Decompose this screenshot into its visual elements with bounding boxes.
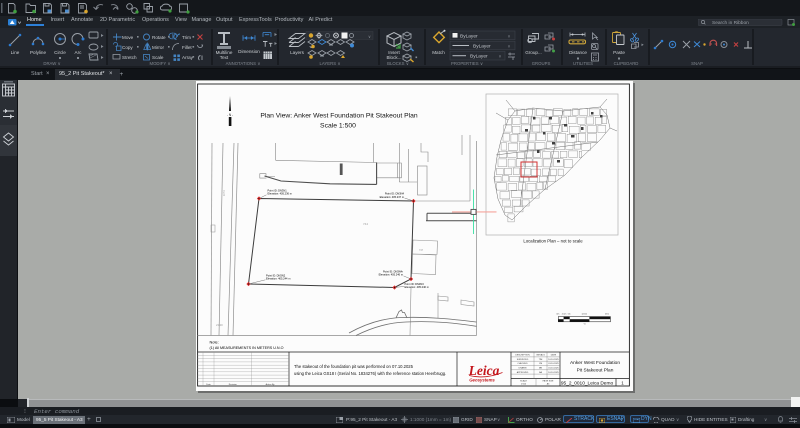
svg-text:Elevation: 405.244 m: Elevation: 405.244 m: [266, 277, 290, 281]
svg-text:Distance: Distance: [569, 50, 587, 55]
svg-text:Rotate: Rotate: [152, 35, 166, 40]
svg-text:95_2_0010_Leica Demo: 95_2_0010_Leica Demo: [561, 380, 614, 386]
svg-text:Elevation: 405.236 m: Elevation: 405.236 m: [268, 192, 292, 196]
svg-text:CLIPBOARD: CLIPBOARD: [614, 61, 639, 66]
svg-text:CHECKED: CHECKED: [517, 363, 528, 365]
svg-text:Line: Line: [11, 50, 20, 55]
svg-text:Leica: Leica: [468, 363, 500, 378]
svg-text:16.10.2025: 16.10.2025: [548, 372, 559, 374]
svg-text:2140: 2140: [216, 323, 223, 327]
svg-text:SNAP: SNAP: [691, 61, 703, 66]
svg-text:1074: 1074: [223, 190, 226, 196]
svg-text:Block...: Block...: [386, 55, 401, 60]
svg-text:∨: ∨: [368, 34, 371, 39]
svg-text:0m: 0m: [557, 314, 560, 316]
svg-text:Match: Match: [432, 50, 445, 55]
svg-text:Pit Stakeout Plan: Pit Stakeout Plan: [577, 367, 614, 373]
svg-text:GROUPS: GROUPS: [532, 61, 551, 66]
svg-text:(1) All MEASUREMENTS IN METERS: (1) All MEASUREMENTS IN METERS U.N.O: [210, 346, 284, 350]
svg-text:1:500: 1:500: [521, 384, 527, 386]
svg-text:APPROVED: APPROVED: [517, 371, 529, 374]
svg-text:The stakeout of the foundation: The stakeout of the foundation pit was p…: [294, 364, 414, 369]
svg-text:1: 1: [621, 380, 624, 385]
svg-text:Scale: Scale: [152, 55, 164, 60]
svg-text:INITIALS: INITIALS: [536, 353, 545, 356]
svg-text:5m: 5m: [568, 314, 571, 316]
svg-text:DRAWN: DRAWN: [519, 367, 527, 370]
svg-text:Geosystems: Geosystems: [469, 377, 495, 382]
svg-text:Elevation: 405.237 m: Elevation: 405.237 m: [380, 195, 404, 199]
svg-text:16.10.2025: 16.10.2025: [548, 359, 559, 361]
svg-text:Elevation: 405.240 m: Elevation: 405.240 m: [405, 285, 429, 289]
svg-text:Plan View: Anker West Foundati: Plan View: Anker West Foundation Pit Sta…: [260, 113, 418, 120]
svg-text:Mirror: Mirror: [152, 45, 164, 50]
svg-text:PROPERTIES ∨: PROPERTIES ∨: [451, 61, 483, 66]
svg-text:Circle: Circle: [54, 50, 66, 55]
svg-text:Text: Text: [220, 55, 229, 60]
svg-text:Elevation: 405.246 m: Elevation: 405.246 m: [379, 273, 403, 277]
svg-text:BA: BA: [539, 371, 542, 374]
svg-text:Scale 1:500: Scale 1:500: [320, 123, 356, 130]
svg-text:Dimension: Dimension: [238, 49, 260, 54]
svg-text:TIM: TIM: [539, 359, 543, 361]
svg-text:Move: Move: [122, 35, 134, 40]
svg-text:ByLayer: ByLayer: [473, 44, 491, 50]
svg-text:ByLayer: ByLayer: [470, 54, 488, 60]
svg-text:01.10.2025: 01.10.2025: [548, 368, 559, 370]
svg-text:DESCRIPTION: DESCRIPTION: [515, 354, 530, 356]
svg-text:Polyline: Polyline: [30, 50, 47, 55]
svg-text:MB: MB: [539, 368, 543, 370]
svg-text:LAYERS ∨: LAYERS ∨: [320, 61, 341, 66]
svg-text:SURVEYED: SURVEYED: [517, 359, 529, 361]
svg-text:2.5m: 2.5m: [562, 314, 567, 316]
svg-text:25m: 25m: [605, 314, 609, 316]
svg-text:Stretch: Stretch: [122, 55, 137, 60]
svg-text:Anker West Foundation: Anker West Foundation: [570, 360, 620, 366]
svg-text:UTILITIES: UTILITIES: [573, 61, 593, 66]
svg-text:DRAW ∨: DRAW ∨: [43, 61, 60, 66]
svg-text:Revision: Revision: [229, 384, 238, 386]
svg-text:Date: Date: [206, 383, 211, 386]
svg-text:744: 744: [363, 222, 368, 226]
svg-text:Paste: Paste: [613, 50, 625, 55]
svg-text:01.10.2025: 01.10.2025: [548, 363, 559, 365]
svg-text:ANNOTATIONS ∨: ANNOTATIONS ∨: [226, 61, 261, 66]
svg-text:CM: CM: [539, 363, 543, 365]
svg-text:Search in Ribbon: Search in Ribbon: [712, 20, 749, 26]
svg-text:Trim: Trim: [182, 35, 191, 40]
svg-text:∨: ∨: [498, 54, 501, 59]
svg-text:A3: A3: [547, 383, 550, 386]
svg-text:DATE: DATE: [551, 353, 557, 356]
svg-text:BLOCKS ∨: BLOCKS ∨: [387, 61, 409, 66]
svg-text:∨: ∨: [507, 33, 510, 38]
svg-text:- N -: - N -: [227, 113, 233, 117]
svg-text:Layers: Layers: [290, 50, 304, 55]
svg-text:~m: ~m: [583, 323, 586, 325]
svg-text:SCALE: SCALE: [520, 380, 527, 383]
svg-text:Action By: Action By: [266, 383, 276, 386]
svg-text:using the Leica GS18 I (Serial: using the Leica GS18 I (Serial No. 18342…: [294, 371, 446, 376]
svg-text:Arc: Arc: [75, 50, 83, 55]
svg-text:∨: ∨: [507, 44, 510, 49]
svg-text:Fillet: Fillet: [182, 45, 192, 50]
svg-text:Copy: Copy: [122, 45, 133, 50]
svg-text:PAGE SIZE: PAGE SIZE: [543, 380, 554, 383]
svg-text:Localization Plan – not to sca: Localization Plan – not to scale: [523, 239, 583, 244]
svg-text:MODIFY ∨: MODIFY ∨: [150, 61, 171, 66]
svg-text:ByLayer: ByLayer: [460, 33, 478, 39]
svg-text:Group...: Group...: [525, 50, 542, 55]
svg-text:747: 747: [419, 249, 424, 252]
svg-text:Note:: Note:: [210, 340, 219, 345]
svg-text:Array: Array: [182, 55, 194, 60]
svg-text:12.5m: 12.5m: [582, 314, 588, 316]
